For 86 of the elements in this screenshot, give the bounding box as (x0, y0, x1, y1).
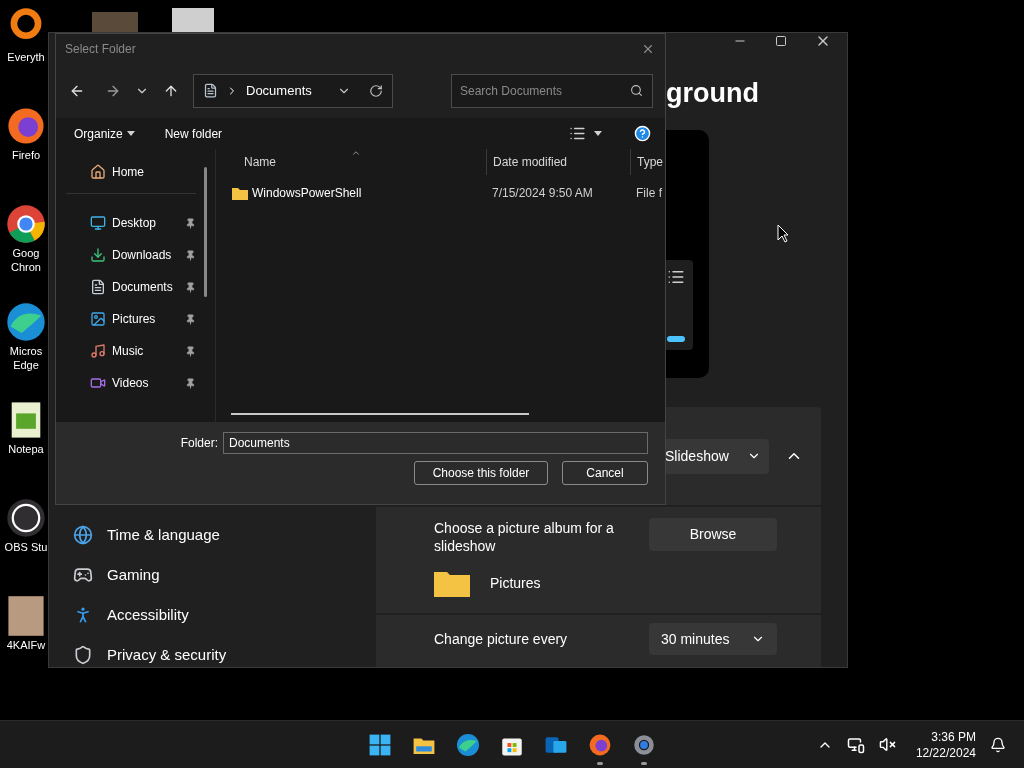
shortcut-label: Everyth (7, 50, 45, 64)
clock[interactable]: 3:36 PM 12/22/2024 (915, 728, 976, 761)
settings-nav-item[interactable]: Time & language (73, 515, 376, 555)
settings-nav-item[interactable]: Gaming (73, 555, 376, 595)
desktop-shortcut[interactable]: 4KAIFw (0, 594, 48, 692)
shortcut-label: Chron (11, 260, 41, 274)
folder-input[interactable]: Documents (223, 432, 648, 454)
music-icon (90, 343, 106, 359)
gamepad-icon (73, 565, 93, 585)
desktop-shortcut[interactable]: Everyth (0, 6, 48, 104)
search-icon[interactable] (630, 83, 643, 97)
refresh-icon[interactable] (369, 83, 383, 98)
folder-label: Folder: (179, 435, 219, 452)
folder-icon (232, 186, 248, 200)
column-header[interactable]: Date modified (486, 149, 630, 175)
page-heading: ground (666, 77, 759, 109)
browser-icon[interactable] (4, 202, 48, 246)
folder-icon (434, 569, 470, 597)
home-icon (90, 164, 106, 180)
choose-folder-button[interactable]: Choose this folder (414, 461, 548, 485)
nav-pane-item[interactable]: Home (90, 159, 196, 185)
picture-icon (90, 311, 106, 327)
running-indicator (641, 761, 647, 765)
album-folder-name: Pictures (490, 573, 541, 593)
nav-pane-item[interactable]: Desktop (90, 210, 196, 236)
organize-menu[interactable]: Organize (74, 124, 135, 143)
search-field[interactable]: Search Documents (451, 73, 653, 108)
shortcut-label: OBS Stu (4, 540, 48, 554)
desktop-shortcut[interactable]: Micros Edge (0, 300, 48, 398)
scrollbar-thumb[interactable] (204, 167, 207, 297)
maximize-icon[interactable] (775, 35, 787, 47)
shortcut-label: Firefo (11, 148, 41, 162)
nav-pane-item[interactable]: Videos (90, 370, 196, 396)
browse-button[interactable]: Browse (649, 518, 777, 551)
column-header[interactable]: Type (630, 149, 665, 175)
details-view-icon (569, 125, 586, 142)
address-bar[interactable]: Documents (193, 73, 393, 108)
horizontal-scrollbar-thumb[interactable] (231, 413, 529, 415)
shortcut-label: Goog (12, 246, 40, 260)
column-header[interactable]: Name (216, 149, 486, 175)
help-icon[interactable] (634, 125, 651, 142)
new-folder-button[interactable]: New folder (164, 124, 223, 143)
file-row[interactable]: WindowsPowerShell 7/15/2024 9:50 AM File f (216, 181, 665, 205)
file-name: WindowsPowerShell (252, 185, 362, 202)
cancel-button[interactable]: Cancel (562, 461, 648, 485)
notification-icon[interactable] (990, 736, 1006, 753)
mouse-pointer-icon (777, 224, 789, 243)
video-icon (90, 375, 106, 391)
caret-icon (126, 131, 135, 136)
monitor-icon (90, 215, 106, 231)
document-icon (90, 279, 106, 295)
shortcut-label: Edge (13, 358, 39, 372)
shortcut-label: 4KAIFw (6, 638, 46, 652)
running-indicator (597, 761, 603, 765)
desktop-file-icon[interactable] (172, 8, 214, 34)
wave-browser-icon[interactable] (455, 731, 481, 758)
desktop-shortcut[interactable]: Notepa (0, 398, 48, 496)
album-label: Choose a picture album for a slideshow (434, 519, 615, 555)
settings-nav-item[interactable]: Privacy & security (73, 635, 376, 667)
network-icon[interactable] (846, 735, 865, 754)
list-icon (667, 268, 685, 286)
wave-browser-icon[interactable] (4, 300, 48, 344)
document-icon (203, 83, 218, 98)
file-type: File f (635, 185, 662, 202)
shortcut-label: Notepa (8, 442, 44, 456)
nav-pane-item[interactable]: Pictures (90, 306, 196, 332)
muted-speaker-icon[interactable] (878, 736, 896, 753)
dialog-title: Select Folder (65, 40, 136, 58)
settings-nav-item[interactable]: Accessibility (73, 595, 376, 635)
preview-accent-bar (667, 336, 685, 342)
caret-icon (594, 131, 602, 136)
desktop-shortcut[interactable]: Goog Chron (0, 202, 48, 300)
shield-icon (73, 645, 93, 665)
view-menu[interactable] (569, 125, 602, 142)
address-text: Documents (246, 81, 312, 100)
download-icon (90, 247, 106, 263)
globe-icon (73, 525, 93, 545)
date-modified: 7/15/2024 9:50 AM (491, 185, 594, 202)
nav-pane-item[interactable]: Downloads (90, 242, 196, 268)
desktop-shortcut[interactable]: Firefo (0, 104, 48, 202)
shortcut-label: Micros (9, 344, 43, 358)
nav-pane-item[interactable]: Music (90, 338, 196, 364)
interval-dropdown[interactable]: 30 minutes (649, 623, 777, 655)
nav-pane-item[interactable]: Documents (90, 274, 196, 300)
desktop-shortcut[interactable]: OBS Stu (0, 496, 48, 594)
interval-label: Change picture every (434, 630, 568, 649)
